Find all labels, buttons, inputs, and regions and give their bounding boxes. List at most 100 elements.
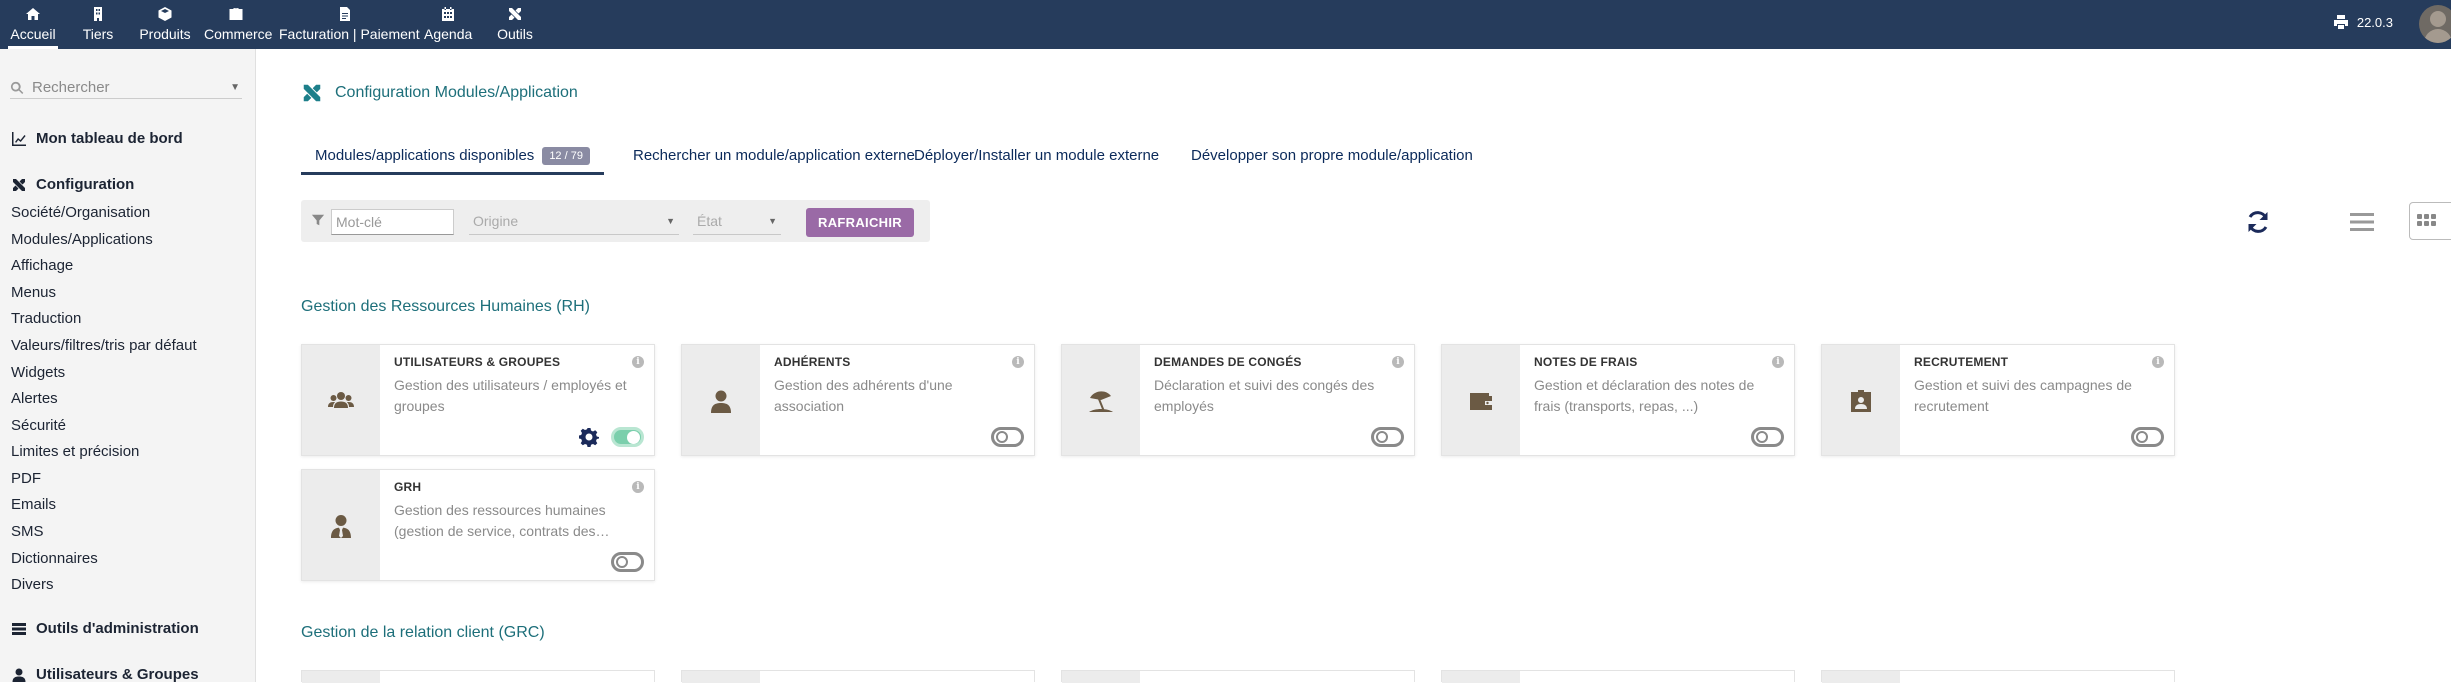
module-card-desc: Gestion des utilisateurs / employés et g…: [394, 375, 644, 417]
id-badge-icon: [1848, 388, 1874, 414]
gear-icon[interactable]: [579, 427, 599, 447]
sidebar-item-emails[interactable]: Emails: [11, 496, 56, 513]
sidebar: Rechercher ▼ Mon tableau de bord Configu…: [0, 49, 256, 682]
user-icon: [708, 388, 734, 414]
info-icon[interactable]: i: [1012, 356, 1024, 368]
chart-icon: [11, 131, 27, 147]
nav-label: Agenda: [424, 26, 472, 42]
refresh-button[interactable]: RAFRAICHIR: [806, 208, 914, 237]
nav-label: Tiers: [78, 26, 118, 42]
module-card-title: DEMANDES DE CONGÉS: [1154, 355, 1302, 369]
module-card-conges[interactable]: DEMANDES DE CONGÉS Déclaration et suivi …: [1061, 344, 1415, 456]
keyword-input[interactable]: Mot-clé: [331, 209, 454, 235]
nav-label: Produits: [138, 26, 192, 42]
nav-item-tiers[interactable]: Tiers: [78, 0, 118, 49]
module-card-desc: Gestion et suivi des campagnes de recrut…: [1914, 375, 2164, 417]
module-card-title: GRH: [394, 480, 421, 494]
sidebar-item-societe[interactable]: Société/Organisation: [11, 204, 150, 221]
sidebar-item-sms[interactable]: SMS: [11, 523, 44, 540]
module-card-grh[interactable]: GRH Gestion des ressources humaines (ges…: [301, 469, 655, 581]
user-avatar[interactable]: [2419, 5, 2451, 43]
sidebar-item-widgets[interactable]: Widgets: [11, 364, 65, 381]
info-icon[interactable]: i: [1392, 356, 1404, 368]
user-tie-icon: [328, 513, 354, 539]
sidebar-item-alertes[interactable]: Alertes: [11, 390, 58, 407]
grid-view-icon: [2417, 214, 2422, 219]
invoice-icon: [337, 6, 353, 22]
filter-bar: Mot-clé Origine ▼ État ▼ RAFRAICHIR: [301, 200, 930, 242]
module-card-partial[interactable]: [301, 670, 655, 682]
tabs-bar: Modules/applications disponibles12 / 79 …: [301, 142, 1501, 175]
sidebar-item-menus[interactable]: Menus: [11, 284, 56, 301]
tools-icon: [507, 6, 523, 22]
origin-select[interactable]: Origine ▼: [469, 209, 679, 235]
section-title-rh: Gestion des Ressources Humaines (RH): [301, 298, 590, 316]
module-toggle[interactable]: [1371, 427, 1404, 447]
module-card-partial[interactable]: [681, 670, 1035, 682]
module-toggle[interactable]: [1751, 427, 1784, 447]
sidebar-users-groups[interactable]: Utilisateurs & Groupes: [11, 666, 199, 683]
chevron-down-icon: ▼: [230, 82, 240, 93]
nav-item-commerce[interactable]: Commerce: [204, 0, 268, 49]
module-card-title: ADHÉRENTS: [774, 355, 850, 369]
server-icon: [11, 621, 27, 637]
info-icon[interactable]: i: [632, 356, 644, 368]
info-icon[interactable]: i: [1772, 356, 1784, 368]
main-content: Configuration Modules/Application Module…: [257, 49, 2451, 682]
umbrella-beach-icon: [1088, 388, 1114, 414]
tab-deployer-externe[interactable]: Déployer/Installer un module externe: [900, 142, 1173, 175]
module-card-adherents[interactable]: ADHÉRENTS Gestion des adhérents d'une as…: [681, 344, 1035, 456]
nav-item-agenda[interactable]: Agenda: [424, 0, 472, 49]
info-icon[interactable]: i: [632, 481, 644, 493]
sidebar-item-limites[interactable]: Limites et précision: [11, 443, 139, 460]
sidebar-admin-tools[interactable]: Outils d'administration: [11, 620, 199, 637]
module-toggle[interactable]: [611, 552, 644, 572]
nav-item-produits[interactable]: Produits: [138, 0, 192, 49]
tab-rechercher-externe[interactable]: Rechercher un module/application externe: [619, 142, 929, 175]
sidebar-item-dictionnaires[interactable]: Dictionnaires: [11, 550, 98, 567]
sidebar-configuration[interactable]: Configuration: [11, 176, 134, 193]
module-toggle[interactable]: [611, 427, 644, 447]
list-view-icon[interactable]: [2350, 211, 2374, 233]
chevron-down-icon: ▼: [666, 209, 675, 233]
module-card-recrutement[interactable]: RECRUTEMENT Gestion et suivi des campagn…: [1821, 344, 2175, 456]
sidebar-item-valeurs[interactable]: Valeurs/filtres/tris par défaut: [11, 337, 197, 354]
tools-icon: [301, 82, 323, 104]
tab-developper-module[interactable]: Développer son propre module/application: [1177, 142, 1487, 175]
building-icon: [90, 6, 106, 22]
home-icon: [25, 6, 41, 22]
sidebar-item-securite[interactable]: Sécurité: [11, 417, 66, 434]
module-card-partial[interactable]: [1821, 670, 2175, 682]
refresh-icon[interactable]: [2245, 209, 2271, 235]
sidebar-item-divers[interactable]: Divers: [11, 576, 54, 593]
sidebar-item-affichage[interactable]: Affichage: [11, 257, 73, 274]
module-card-partial[interactable]: [1441, 670, 1795, 682]
sidebar-item-modules[interactable]: Modules/Applications: [11, 231, 153, 248]
module-card-notes-frais[interactable]: NOTES DE FRAIS Gestion et déclaration de…: [1441, 344, 1795, 456]
tab-modules-disponibles[interactable]: Modules/applications disponibles12 / 79: [301, 142, 604, 175]
module-card-utilisateurs[interactable]: UTILISATEURS & GROUPES Gestion des utili…: [301, 344, 655, 456]
nav-item-outils[interactable]: Outils: [494, 0, 536, 49]
state-select[interactable]: État ▼: [693, 209, 781, 235]
nav-label: Accueil: [8, 26, 58, 42]
section-title-grc: Gestion de la relation client (GRC): [301, 624, 545, 642]
version-area[interactable]: 22.0.3: [2333, 14, 2393, 30]
printer-icon[interactable]: [2333, 14, 2349, 30]
nav-item-facturation[interactable]: Facturation | Paiement: [279, 0, 411, 49]
info-icon[interactable]: i: [2152, 356, 2164, 368]
module-toggle[interactable]: [2131, 427, 2164, 447]
module-toggle[interactable]: [991, 427, 1024, 447]
filter-icon: [311, 213, 325, 227]
sidebar-item-pdf[interactable]: PDF: [11, 470, 41, 487]
calendar-icon: [440, 6, 456, 22]
nav-item-accueil[interactable]: Accueil: [8, 0, 58, 49]
page-title-text: Configuration Modules/Application: [335, 84, 578, 102]
sidebar-search[interactable]: Rechercher ▼: [10, 77, 242, 99]
sidebar-item-traduction[interactable]: Traduction: [11, 310, 81, 327]
top-navbar: Accueil Tiers Produits Commerce Facturat…: [0, 0, 2451, 49]
module-card-partial[interactable]: [1061, 670, 1415, 682]
grid-view-button[interactable]: [2409, 202, 2451, 240]
module-card-title: UTILISATEURS & GROUPES: [394, 355, 560, 369]
module-card-desc: Gestion et déclaration des notes de frai…: [1534, 375, 1784, 417]
sidebar-dashboard[interactable]: Mon tableau de bord: [11, 130, 183, 147]
